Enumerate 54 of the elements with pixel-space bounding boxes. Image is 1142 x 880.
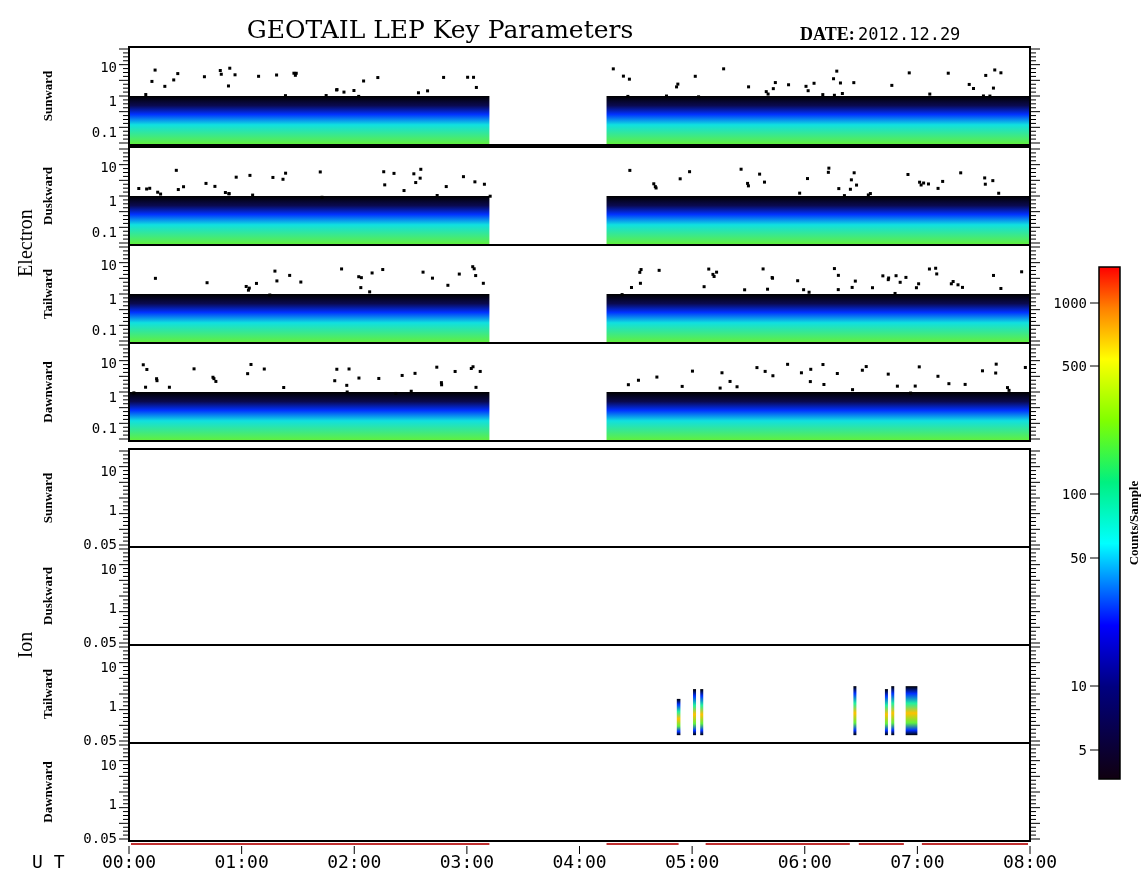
date-value: 2012.12.29 xyxy=(858,24,961,44)
tick-label: 1 xyxy=(108,501,117,518)
tick-label: 0.1 xyxy=(91,224,117,241)
tick-label: 5 xyxy=(1078,742,1087,758)
date-label: DATE: xyxy=(800,24,855,44)
tick-label: 0.1 xyxy=(91,322,117,339)
panel-label: Tailward xyxy=(40,668,55,720)
tick-label: 0.05 xyxy=(83,634,117,651)
tick-label: 0.1 xyxy=(91,124,117,141)
tick-label: 10 xyxy=(100,756,117,773)
x-axis-label: U T xyxy=(32,851,65,872)
tick-label: 1 xyxy=(108,92,117,109)
tick-label: 10 xyxy=(100,158,117,175)
tick-label: 1 xyxy=(108,388,117,405)
tick-label: 0.1 xyxy=(91,420,117,437)
panel-label: Sunward xyxy=(40,472,55,524)
tick-label: 10 xyxy=(100,560,117,577)
panel-label: Dawnward xyxy=(40,361,55,423)
tick-label: 07:00 xyxy=(890,851,945,872)
tick-label: 50 xyxy=(1070,550,1087,566)
tick-label: 10 xyxy=(100,354,117,371)
tick-label: 03:00 xyxy=(439,851,494,872)
tick-label: 02:00 xyxy=(327,851,382,872)
tick-label: 05:00 xyxy=(665,851,720,872)
tick-label: 1000 xyxy=(1053,295,1087,311)
tick-label: 08:00 xyxy=(1002,851,1058,872)
group-label: Electron xyxy=(14,209,36,277)
tick-label: 0.05 xyxy=(83,830,117,847)
tick-label: 10 xyxy=(100,58,117,75)
tick-label: 10 xyxy=(100,256,117,273)
panel-label: Duskward xyxy=(40,167,55,225)
tick-label: 500 xyxy=(1061,358,1087,374)
color-scale-label: Counts/Sample xyxy=(1126,480,1141,566)
tick-label: 1 xyxy=(108,192,117,209)
plot-title: GEOTAIL LEP Key Parameters xyxy=(246,15,634,44)
panel-label: Sunward xyxy=(40,70,55,122)
tick-label: 01:00 xyxy=(214,851,269,872)
tick-label: 100 xyxy=(1061,486,1087,502)
panel-label: Tailward xyxy=(40,268,55,320)
tick-label: 1 xyxy=(108,290,117,307)
tick-label: 10 xyxy=(100,462,117,479)
tick-label: 06:00 xyxy=(777,851,832,872)
tick-label: 0.05 xyxy=(83,536,117,553)
panel-label: Dawnward xyxy=(40,761,55,823)
tick-label: 10 xyxy=(1070,678,1087,694)
tick-label: 10 xyxy=(100,658,117,675)
panel-label: Duskward xyxy=(40,567,55,625)
tick-label: 0.05 xyxy=(83,732,117,749)
tick-label: 1 xyxy=(108,599,117,616)
tick-label: 00:00 xyxy=(101,851,157,872)
tick-label: 1 xyxy=(108,795,117,812)
tick-label: 04:00 xyxy=(552,851,607,872)
group-label: Ion xyxy=(14,631,36,659)
tick-label: 1 xyxy=(108,697,117,714)
